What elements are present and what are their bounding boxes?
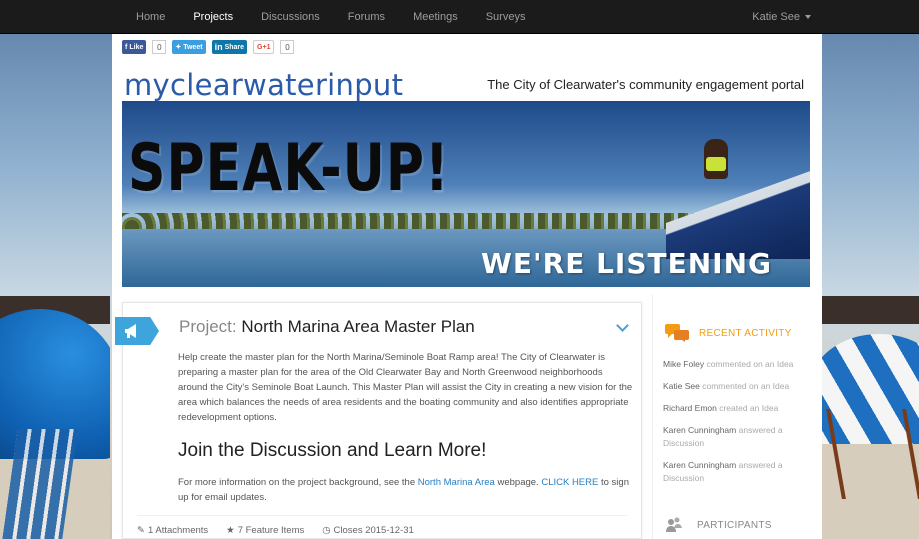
list-item[interactable]: Katie See commented on an Idea bbox=[663, 380, 812, 393]
beach-chair-right bbox=[826, 409, 919, 499]
participants-icon bbox=[666, 517, 682, 532]
participants-header: PARTICIPANTS bbox=[665, 516, 772, 534]
nav-meetings[interactable]: Meetings bbox=[399, 0, 472, 33]
card-divider bbox=[137, 515, 627, 516]
pier-right bbox=[822, 296, 919, 324]
background-right bbox=[822, 34, 919, 539]
facebook-like-count: 0 bbox=[152, 40, 167, 54]
twitter-tweet-label: Tweet bbox=[183, 43, 203, 51]
background-left bbox=[0, 34, 110, 539]
nav-discussions[interactable]: Discussions bbox=[247, 0, 334, 33]
twitter-tweet-button[interactable]: ✦ Tweet bbox=[172, 40, 206, 54]
user-name: Katie See bbox=[752, 10, 800, 23]
list-item[interactable]: Karen Cunningham answered a Discussion bbox=[663, 459, 812, 485]
click-here-link[interactable]: CLICK HERE bbox=[541, 477, 598, 488]
recent-activity-header: RECENT ACTIVITY bbox=[653, 294, 822, 342]
more-info-text: For more information on the project back… bbox=[178, 475, 638, 505]
feature-items-item[interactable]: ★ 7 Feature Items bbox=[226, 525, 304, 536]
activity-action: created an Idea bbox=[716, 403, 779, 413]
site-brand-logo[interactable]: myclearwaterinput bbox=[124, 68, 403, 102]
chat-bubbles-icon bbox=[665, 324, 689, 342]
facebook-icon: f bbox=[125, 43, 128, 51]
clock-icon: ◷ bbox=[322, 525, 331, 536]
hero-title: SPEAK-UP! bbox=[128, 131, 450, 206]
main-container: f Like 0 ✦ Tweet in Share G+1 0 myclearw… bbox=[112, 34, 822, 539]
facebook-like-label: Like bbox=[129, 43, 144, 51]
activity-user[interactable]: Karen Cunningham bbox=[663, 425, 736, 435]
north-marina-link[interactable]: North Marina Area bbox=[418, 477, 495, 488]
attachments-item[interactable]: ✎ 1 Attachments bbox=[137, 525, 208, 536]
nav-surveys[interactable]: Surveys bbox=[472, 0, 540, 33]
top-navbar: Home Projects Discussions Forums Meeting… bbox=[0, 0, 919, 34]
googleplus-button[interactable]: G+1 bbox=[253, 40, 275, 54]
activity-action: commented on an Idea bbox=[699, 381, 790, 391]
participants-title: PARTICIPANTS bbox=[697, 519, 772, 531]
closes-date: Closes 2015-12-31 bbox=[333, 525, 414, 536]
activity-list: Mike Foley commented on an Idea Katie Se… bbox=[653, 342, 822, 485]
project-description: Help create the master plan for the Nort… bbox=[178, 352, 633, 423]
activity-action: commented on an Idea bbox=[704, 359, 794, 369]
social-share-bar: f Like 0 ✦ Tweet in Share G+1 0 bbox=[122, 40, 295, 54]
linkedin-icon: in bbox=[214, 42, 223, 52]
facebook-like-button[interactable]: f Like bbox=[122, 40, 147, 54]
list-item[interactable]: Karen Cunningham answered a Discussion bbox=[663, 424, 812, 450]
person-image bbox=[704, 139, 728, 179]
site-tagline: The City of Clearwater's community engag… bbox=[487, 77, 804, 92]
project-footer: ✎ 1 Attachments ★ 7 Feature Items ◷ Clos… bbox=[137, 525, 414, 536]
activity-user[interactable]: Karen Cunningham bbox=[663, 460, 736, 470]
hero-banner: SPEAK-UP! WE'RE LISTENING bbox=[122, 101, 810, 287]
more-info-prefix: For more information on the project back… bbox=[178, 477, 418, 488]
user-menu[interactable]: Katie See bbox=[752, 11, 811, 23]
feature-items-count: 7 Feature Items bbox=[237, 525, 305, 536]
more-info-mid: webpage. bbox=[494, 477, 542, 488]
paperclip-icon: ✎ bbox=[137, 525, 145, 536]
nav-home[interactable]: Home bbox=[122, 0, 179, 33]
list-item[interactable]: Richard Emon created an Idea bbox=[663, 402, 812, 415]
sidebar: RECENT ACTIVITY Mike Foley commented on … bbox=[652, 294, 822, 539]
star-icon: ★ bbox=[226, 525, 235, 536]
chevron-down-icon[interactable] bbox=[616, 319, 629, 332]
project-name: North Marina Area Master Plan bbox=[241, 317, 475, 336]
project-badge bbox=[115, 317, 159, 345]
project-label: Project: bbox=[179, 317, 237, 336]
linkedin-share-label: Share bbox=[224, 43, 245, 51]
activity-user[interactable]: Richard Emon bbox=[663, 403, 717, 413]
activity-user[interactable]: Mike Foley bbox=[663, 359, 704, 369]
googleplus-count: 0 bbox=[280, 40, 295, 54]
attachments-count: 1 Attachments bbox=[147, 525, 209, 536]
caret-down-icon bbox=[805, 14, 811, 19]
list-item[interactable]: Mike Foley commented on an Idea bbox=[663, 358, 812, 371]
megaphone-icon bbox=[125, 324, 136, 338]
nav-menu: Home Projects Discussions Forums Meeting… bbox=[122, 0, 539, 33]
twitter-icon: ✦ bbox=[175, 44, 182, 51]
activity-user[interactable]: Katie See bbox=[663, 381, 700, 391]
project-card: Project: North Marina Area Master Plan H… bbox=[115, 302, 642, 539]
linkedin-share-button[interactable]: in Share bbox=[211, 40, 248, 54]
discussion-heading: Join the Discussion and Learn More! bbox=[178, 440, 487, 461]
recent-activity-title: RECENT ACTIVITY bbox=[699, 327, 792, 339]
nav-projects[interactable]: Projects bbox=[179, 0, 247, 33]
project-title: Project: North Marina Area Master Plan bbox=[179, 317, 475, 337]
hero-subtitle: WE'RE LISTENING bbox=[481, 247, 772, 280]
nav-forums[interactable]: Forums bbox=[334, 0, 399, 33]
closes-date-item: ◷ Closes 2015-12-31 bbox=[322, 525, 414, 536]
